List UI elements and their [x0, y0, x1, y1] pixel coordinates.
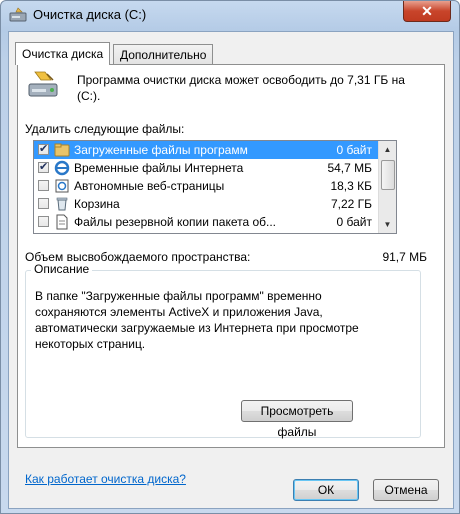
scroll-up-icon[interactable]: ▲: [379, 141, 396, 158]
item-checkbox[interactable]: [38, 198, 49, 209]
item-size: 18,3 КБ: [330, 179, 372, 193]
tab-label: Очистка диска: [22, 47, 104, 61]
item-size: 7,22 ГБ: [330, 197, 372, 211]
offline-page-icon: [55, 179, 69, 193]
item-checkbox[interactable]: [38, 216, 49, 227]
files-to-delete-label: Удалить следующие файлы:: [25, 122, 185, 136]
tab-more-options[interactable]: Дополнительно: [113, 44, 214, 64]
help-link[interactable]: Как работает очистка диска?: [25, 472, 186, 486]
files-list[interactable]: Загруженные файлы программ 0 байт Времен…: [33, 140, 397, 234]
list-item[interactable]: Корзина 7,22 ГБ: [34, 195, 380, 213]
scroll-thumb[interactable]: [381, 160, 395, 190]
close-button[interactable]: ✕: [403, 1, 451, 22]
view-files-button[interactable]: Просмотреть файлы: [241, 400, 353, 439]
cleanup-info-text: Программа очистки диска может освободить…: [77, 73, 405, 103]
list-item[interactable]: Автономные веб-страницы 18,3 КБ: [34, 177, 380, 195]
scroll-down-icon[interactable]: ▼: [379, 216, 396, 233]
item-name: Корзина: [74, 197, 120, 211]
item-size: 54,7 МБ: [327, 161, 372, 175]
item-checkbox[interactable]: [38, 160, 49, 173]
tab-disk-cleanup[interactable]: Очистка диска: [15, 42, 111, 65]
list-scrollbar[interactable]: ▲ ▼: [378, 141, 396, 233]
item-checkbox[interactable]: [38, 142, 49, 155]
cancel-button[interactable]: Отмена: [373, 479, 439, 501]
item-name: Временные файлы Интернета: [74, 161, 244, 175]
ie-icon: [54, 160, 70, 176]
space-freed-value: 91,7 МБ: [382, 250, 427, 264]
description-text: В папке "Загруженные файлы программ" вре…: [35, 289, 359, 351]
item-checkbox[interactable]: [38, 180, 49, 191]
document-icon: [56, 214, 68, 230]
list-item[interactable]: Загруженные файлы программ 0 байт: [34, 141, 380, 159]
dialog-client-area: Очистка диска Дополнительно Программа оч…: [8, 31, 454, 509]
disk-cleanup-icon: [9, 7, 27, 22]
item-name: Автономные веб-страницы: [74, 179, 225, 193]
list-item[interactable]: Временные файлы Интернета 54,7 МБ: [34, 159, 380, 177]
ok-button[interactable]: ОК: [293, 479, 359, 501]
item-size: 0 байт: [336, 143, 372, 157]
drive-cleanup-icon: [28, 71, 58, 97]
item-name: Загруженные файлы программ: [74, 143, 248, 157]
recycle-bin-icon: [56, 197, 68, 211]
item-size: 0 байт: [336, 215, 372, 229]
folder-icon: [54, 143, 70, 157]
list-item[interactable]: Файлы резервной копии пакета об... 0 бай…: [34, 213, 380, 231]
window-title: Очистка диска (C:): [33, 7, 147, 22]
tab-label: Дополнительно: [120, 48, 207, 62]
description-title: Описание: [31, 262, 93, 276]
close-icon: ✕: [421, 2, 433, 19]
item-name: Файлы резервной копии пакета об...: [74, 215, 277, 229]
disk-cleanup-window: Очистка диска (C:) ✕ Очистка диска Допол…: [0, 0, 460, 514]
title-bar[interactable]: Очистка диска (C:) ✕: [1, 1, 459, 29]
